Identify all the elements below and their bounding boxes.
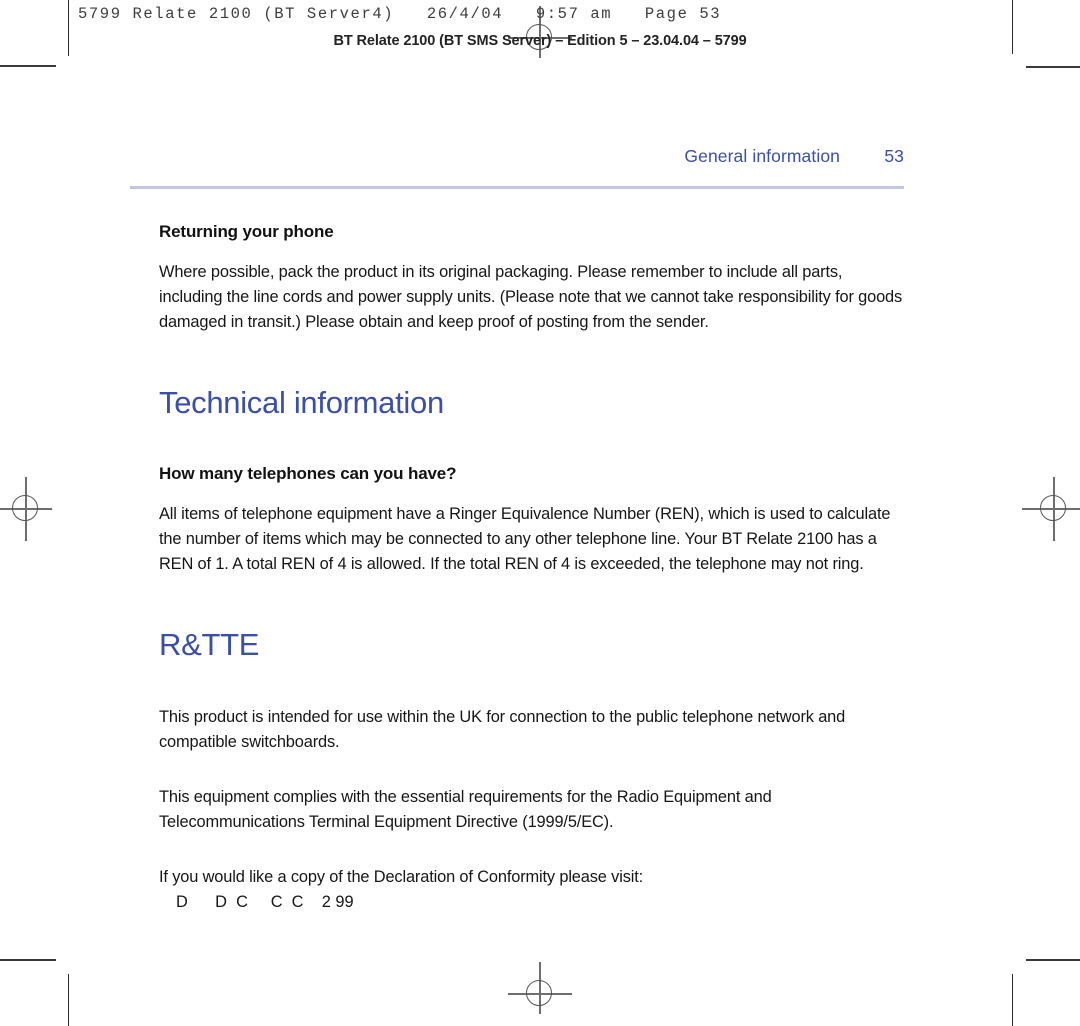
trim-line-bottom-left <box>68 974 69 1026</box>
scan-header-text: 5799 Relate 2100 (BT Server4) 26/4/04 9:… <box>78 5 722 23</box>
heading-rtte: R&TTE <box>159 626 260 662</box>
document-page: 5799 Relate 2100 (BT Server4) 26/4/04 9:… <box>0 0 1080 1026</box>
trim-line-bottom-right <box>1012 974 1013 1026</box>
registration-mark-right-icon <box>1022 477 1080 541</box>
heading-technical-information: Technical information <box>159 385 444 420</box>
paragraph-rtte-directive: This equipment complies with the essenti… <box>159 788 772 832</box>
crop-mark-bottom-right <box>1026 959 1080 961</box>
paragraph-declaration-of-conformity: If you would like a copy of the Declarat… <box>159 868 644 887</box>
paragraph-rtte-uk-use: This product is intended for use within … <box>159 708 846 752</box>
heading-how-many-telephones: How many telephones can you have? <box>159 463 457 483</box>
crop-mark-top-right <box>1026 66 1080 68</box>
paragraph-returning-your-phone: Where possible, pack the product in its … <box>159 263 903 331</box>
paragraph-ren-information: All items of telephone equipment have a … <box>159 504 891 573</box>
running-head-rule <box>130 186 904 189</box>
running-head: General information 53 <box>130 146 904 167</box>
page-number: 53 <box>884 146 904 166</box>
page-content: Returning your phone Where possible, pac… <box>159 222 909 915</box>
document-edition-line: BT Relate 2100 (BT SMS Server) – Edition… <box>333 33 747 49</box>
crop-mark-bottom-left <box>0 959 56 961</box>
registration-mark-left-icon <box>0 477 58 541</box>
registration-mark-bottom-icon <box>508 962 572 1026</box>
running-head-title: General information <box>684 146 840 166</box>
heading-returning-your-phone: Returning your phone <box>159 222 334 241</box>
degraded-url-line: D D C C C 2 99 <box>176 893 354 912</box>
crop-mark-top-left <box>0 65 56 67</box>
